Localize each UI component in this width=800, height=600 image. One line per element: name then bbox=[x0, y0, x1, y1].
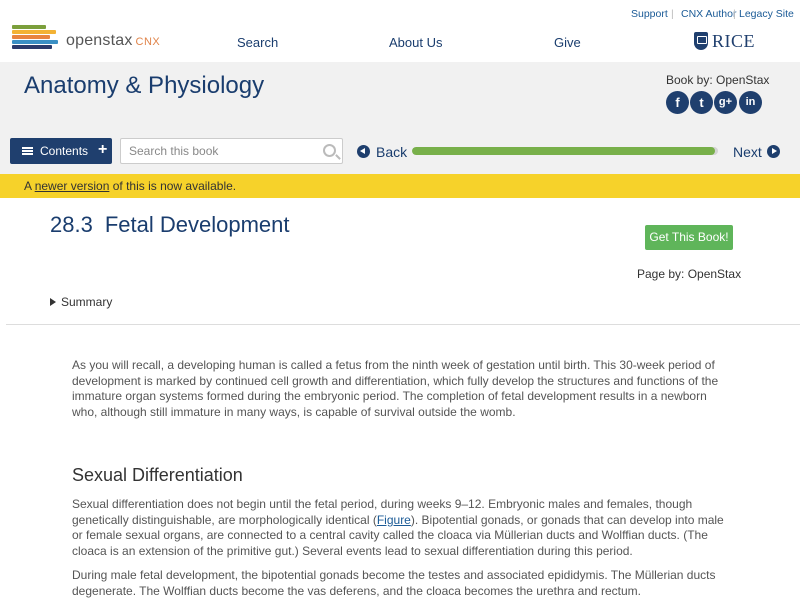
twitter-icon[interactable]: t bbox=[690, 91, 713, 114]
facebook-icon[interactable]: f bbox=[666, 91, 689, 114]
list-icon bbox=[22, 147, 33, 156]
support-link[interactable]: Support bbox=[631, 8, 668, 20]
top-bar: openstax CNX Search About Us Give Support… bbox=[0, 0, 800, 62]
nav-give[interactable]: Give bbox=[554, 35, 581, 50]
book-header: Anatomy & Physiology Book by: OpenStax f… bbox=[0, 62, 800, 174]
intro-paragraph: As you will recall, a developing human i… bbox=[72, 358, 719, 419]
search-box bbox=[120, 138, 343, 164]
next-button[interactable]: Next bbox=[733, 144, 762, 160]
newer-version-notice: A newer version of this is now available… bbox=[0, 174, 800, 198]
nav-search[interactable]: Search bbox=[237, 35, 278, 50]
google-plus-icon[interactable]: g+ bbox=[714, 91, 737, 114]
search-icon[interactable] bbox=[323, 144, 336, 157]
progress-fill bbox=[412, 147, 715, 155]
contents-button[interactable]: Contents + bbox=[10, 138, 112, 164]
summary-toggle[interactable]: Summary bbox=[50, 295, 112, 309]
section-heading: Sexual Differentiation bbox=[72, 465, 243, 485]
search-input[interactable] bbox=[129, 143, 314, 159]
rice-shield-icon bbox=[694, 32, 708, 50]
brand-name: openstax CNX bbox=[66, 32, 161, 49]
next-arrow-icon[interactable] bbox=[767, 145, 780, 158]
divider bbox=[6, 324, 800, 325]
figure-link[interactable]: Figure bbox=[377, 513, 411, 527]
plus-icon: + bbox=[98, 141, 108, 158]
reading-progress-bar bbox=[412, 147, 718, 155]
rice-logo[interactable]: RICE bbox=[694, 31, 755, 53]
book-author: Book by: OpenStax bbox=[666, 73, 770, 87]
legacy-site-link[interactable]: Legacy Site bbox=[739, 8, 794, 20]
cnx-author-link[interactable]: CNX Author bbox=[681, 8, 736, 20]
linkedin-icon[interactable]: in bbox=[739, 91, 762, 114]
page-title: 28.3 Fetal Development bbox=[50, 212, 289, 238]
page-author: Page by: OpenStax bbox=[637, 267, 742, 281]
newer-version-link[interactable]: newer version bbox=[35, 179, 110, 193]
utility-separator: | bbox=[733, 8, 736, 20]
get-this-book-button[interactable]: Get This Book! bbox=[645, 225, 733, 250]
triangle-right-icon bbox=[50, 298, 56, 306]
section-title: Fetal Development bbox=[104, 212, 290, 237]
book-title[interactable]: Anatomy & Physiology bbox=[24, 72, 264, 100]
body-paragraph: Sexual differentiation does not begin un… bbox=[72, 497, 724, 558]
back-button[interactable]: Back bbox=[376, 144, 407, 160]
openstax-logo[interactable]: openstax CNX bbox=[12, 25, 172, 55]
nav-about-us[interactable]: About Us bbox=[389, 35, 442, 50]
openstax-logo-icon bbox=[12, 25, 60, 53]
body-paragraph: During male fetal development, the bipot… bbox=[72, 568, 716, 598]
utility-separator: | bbox=[671, 8, 674, 20]
back-arrow-icon[interactable] bbox=[357, 145, 370, 158]
section-number: 28.3 bbox=[50, 212, 93, 237]
